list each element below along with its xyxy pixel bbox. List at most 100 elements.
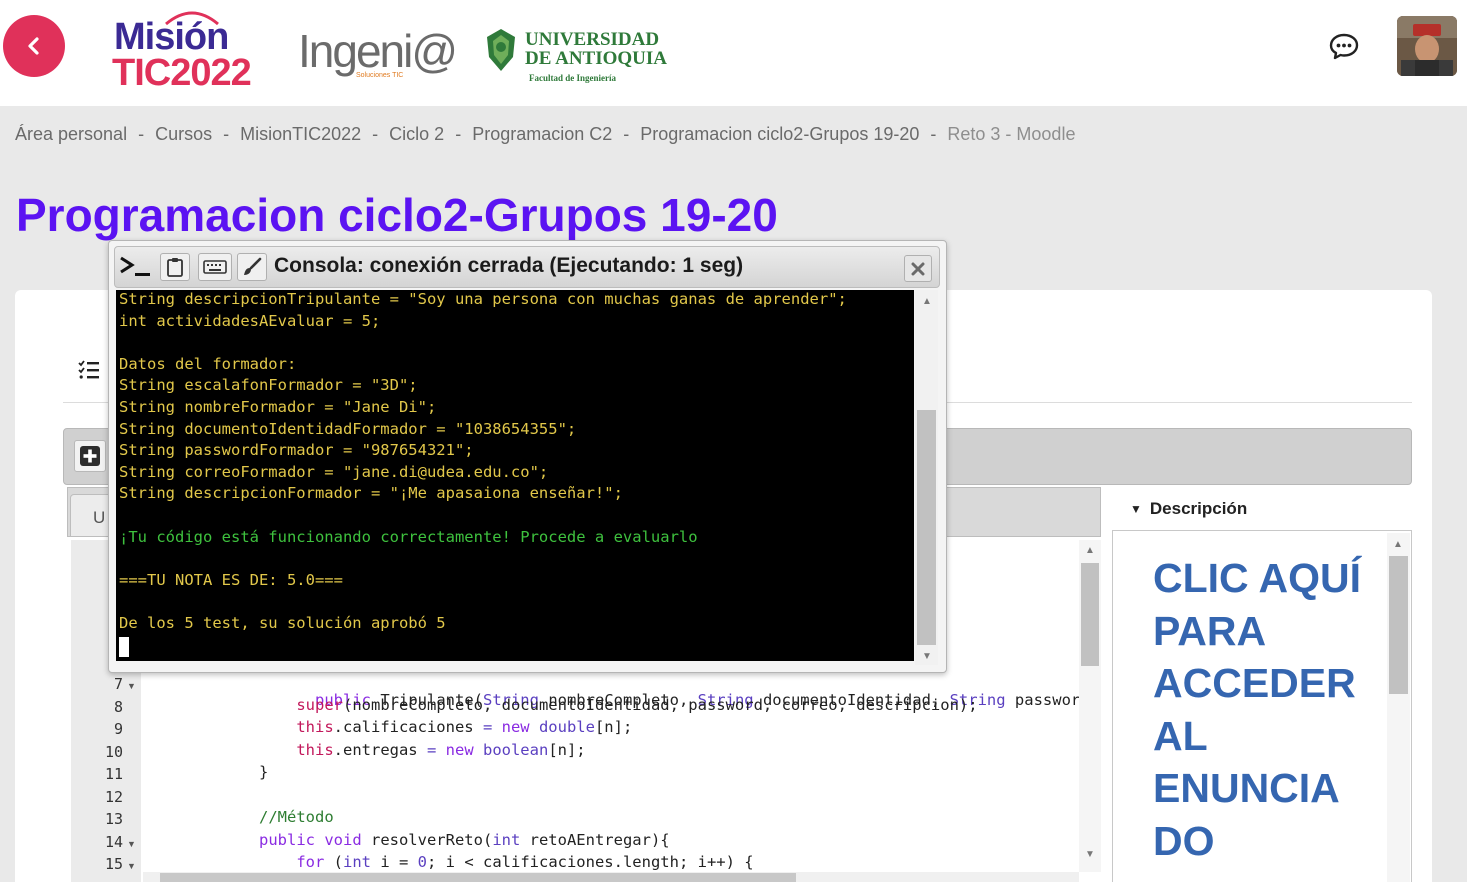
- breadcrumb: Área personal - Cursos - MisionTIC2022 -…: [15, 124, 1075, 145]
- logo-ingenia-tagline: Soluciones TIC: [356, 72, 404, 79]
- line-number: 13: [104, 810, 123, 828]
- code-token: for: [296, 853, 334, 871]
- line-number: 11: [104, 765, 123, 783]
- code-line: }: [259, 763, 269, 781]
- editor-hscroll-thumb[interactable]: [160, 873, 796, 882]
- code-token: public void: [259, 831, 371, 849]
- code-line: public Tripulante(String nombreCompleto,…: [259, 673, 1101, 709]
- code-line: //Método: [259, 808, 334, 826]
- scroll-up-arrow-icon[interactable]: ▲: [1085, 545, 1095, 556]
- code-token: new: [501, 718, 539, 736]
- console-line: String descripcionFormador = "¡Me apasai…: [119, 484, 623, 502]
- description-scroll-thumb[interactable]: [1389, 556, 1408, 694]
- logo-udea-line1: UNIVERSIDAD: [525, 29, 660, 50]
- mision-tic-logo: Misión TIC2022: [110, 8, 255, 94]
- console-line: int actividadesAEvaluar = 5;: [119, 312, 381, 330]
- plus-icon: [80, 446, 100, 466]
- code-line: super(nombreCompleto, documentoIdentidad…: [259, 696, 977, 718]
- code-token: (: [333, 853, 343, 871]
- breadcrumb-separator: -: [930, 124, 937, 144]
- statement-link[interactable]: CLIC AQUÍ PARA ACCEDER AL ENUNCIA DO: [1153, 552, 1383, 867]
- code-token: new: [445, 741, 483, 759]
- add-file-button[interactable]: [74, 440, 106, 472]
- line-number: 10: [104, 743, 123, 761]
- breadcrumb-separator: -: [623, 124, 630, 144]
- line-number: 9: [113, 720, 123, 738]
- scroll-up-arrow-icon[interactable]: ▲: [922, 296, 932, 307]
- breadcrumb-item-programacion-c2[interactable]: Programacion C2: [472, 124, 612, 145]
- code-token: int: [343, 853, 381, 871]
- code-token: .calificaciones: [333, 718, 483, 736]
- brush-icon: [244, 257, 262, 275]
- code-token: =: [482, 718, 502, 736]
- console-line: String passwordFormador = "987654321";: [119, 441, 474, 459]
- line-number: 15: [104, 855, 123, 873]
- logo-udea-line2: DE ANTIOQUIA: [525, 48, 667, 69]
- code-token: boolean: [482, 741, 549, 759]
- console-grade-line: ===TU NOTA ES DE: 5.0===: [119, 571, 343, 589]
- description-header[interactable]: ▼ Descripción: [1112, 487, 1412, 531]
- line-number: 12: [104, 788, 123, 806]
- breadcrumb-separator: -: [223, 124, 230, 144]
- code-token: resolverReto(: [370, 831, 493, 849]
- console-line: String escalafonFormador = "3D";: [119, 376, 418, 394]
- code-token: [n];: [548, 741, 586, 759]
- scroll-down-arrow-icon[interactable]: ▼: [1085, 849, 1095, 860]
- logo-mision-line2: TIC2022: [112, 52, 252, 94]
- clipboard-button[interactable]: [160, 253, 190, 281]
- breadcrumb-separator: -: [455, 124, 462, 144]
- avatar-photo: [1397, 16, 1457, 76]
- terminal-icon[interactable]: [118, 253, 154, 281]
- console-line: Datos del formador:: [119, 355, 297, 373]
- chevron-left-icon: [28, 37, 39, 55]
- fold-arrow-icon[interactable]: ▼: [127, 681, 136, 691]
- user-avatar[interactable]: [1397, 16, 1457, 76]
- breadcrumb-item-area-personal[interactable]: Área personal: [15, 124, 127, 145]
- console-tests-line: De los 5 test, su solución aprobó 5: [119, 614, 446, 632]
- list-checks-icon[interactable]: [78, 360, 100, 380]
- line-number: 8: [113, 698, 123, 716]
- back-button[interactable]: [3, 15, 65, 77]
- code-token: int: [492, 831, 530, 849]
- console-output[interactable]: String descripcionTripulante = "Soy una …: [116, 290, 914, 661]
- keyboard-icon: [203, 260, 227, 274]
- breadcrumb-item-course[interactable]: Programacion ciclo2-Grupos 19-20: [640, 124, 919, 145]
- editor-scroll-thumb[interactable]: [1081, 563, 1099, 666]
- code-token: 0: [417, 853, 427, 871]
- terminal-cursor: [119, 637, 129, 657]
- ingenia-logo: Ingeni@ Soluciones TIC: [298, 24, 458, 80]
- close-icon: [911, 262, 925, 275]
- chat-bubble-icon[interactable]: [1328, 30, 1360, 62]
- console-line: String correoFormador = "jane.di@udea.ed…: [119, 463, 549, 481]
- fold-arrow-icon[interactable]: ▼: [127, 861, 136, 871]
- fold-arrow-icon[interactable]: ▼: [127, 839, 136, 849]
- logo-udea-line3: Facultad de Ingeniería: [529, 73, 616, 83]
- code-token: =: [426, 741, 446, 759]
- code-token: .entregas: [333, 741, 427, 759]
- breadcrumb-item-misiontic2022[interactable]: MisionTIC2022: [240, 124, 361, 145]
- code-token: i =: [380, 853, 418, 871]
- description-header-label: Descripción: [1149, 498, 1248, 518]
- caret-down-icon: ▼: [1130, 501, 1142, 516]
- clear-console-button[interactable]: [237, 253, 267, 281]
- clipboard-icon: [167, 258, 183, 277]
- page-title: Programacion ciclo2-Grupos 19-20: [16, 189, 778, 241]
- console-line: String nombreFormador = "Jane Di";: [119, 398, 437, 416]
- scroll-down-arrow-icon[interactable]: ▼: [922, 651, 932, 662]
- code-line: public void resolverReto(int retoAEntreg…: [259, 831, 670, 853]
- console-close-button[interactable]: [904, 255, 932, 282]
- breadcrumb-item-ciclo-2[interactable]: Ciclo 2: [389, 124, 444, 145]
- breadcrumb-item-cursos[interactable]: Cursos: [155, 124, 212, 145]
- breadcrumb-item-current: Reto 3 - Moodle: [947, 124, 1076, 144]
- code-token: retoAEntregar){: [529, 831, 670, 849]
- logo-ingenia-name: Ingeni@: [298, 25, 458, 77]
- scroll-up-arrow-icon[interactable]: ▲: [1393, 539, 1403, 550]
- console-scroll-thumb[interactable]: [917, 410, 936, 645]
- code-token: this: [296, 741, 334, 759]
- code-line: this.entregas = new boolean[n];: [259, 741, 586, 763]
- keyboard-button[interactable]: [198, 253, 232, 281]
- code-token: [n];: [594, 718, 633, 736]
